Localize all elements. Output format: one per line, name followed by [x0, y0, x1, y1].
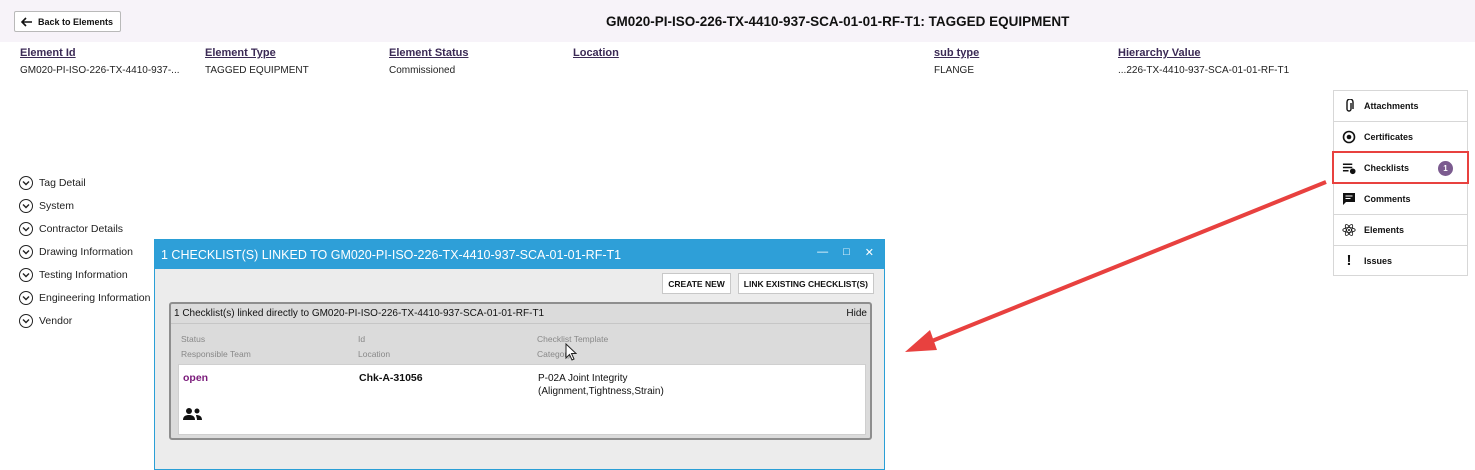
- header-location: Location: [358, 349, 391, 359]
- field-element-type: Element Type TAGGED EQUIPMENT: [205, 47, 309, 76]
- panel-header: 1 Checklist(s) linked directly to GM020-…: [171, 304, 870, 324]
- exclamation-icon: !: [1346, 252, 1352, 269]
- issues-label: Issues: [1364, 255, 1393, 266]
- issues-button[interactable]: ! Issues: [1333, 245, 1468, 276]
- close-icon[interactable]: ✕: [865, 246, 874, 259]
- header-responsible-team: Responsible Team: [181, 349, 251, 359]
- element-type-value: TAGGED EQUIPMENT: [205, 65, 309, 76]
- chevron-down-icon: [19, 221, 33, 236]
- section-label: Tag Detail: [39, 176, 86, 189]
- sub-type-value: FLANGE: [934, 65, 975, 76]
- back-label: Back to Elements: [38, 16, 114, 27]
- section-engineering-information[interactable]: Engineering Information: [19, 286, 151, 309]
- section-list: Tag Detail System Contractor Details Dra…: [19, 171, 151, 332]
- section-label: System: [39, 199, 75, 212]
- comments-label: Comments: [1364, 194, 1411, 204]
- chevron-down-icon: [19, 175, 33, 190]
- comment-icon: [1342, 192, 1356, 206]
- paperclip-icon: [1342, 99, 1356, 113]
- certificates-label: Certificates: [1364, 132, 1414, 142]
- certificates-button[interactable]: Certificates: [1333, 121, 1468, 152]
- field-hierarchy: Hierarchy Value ...226-TX-4410-937-SCA-0…: [1118, 47, 1289, 76]
- checklist-status: open: [183, 372, 209, 384]
- top-bar: Back to Elements GM020-PI-ISO-226-TX-441…: [0, 0, 1475, 42]
- dialog-title: 1 CHECKLIST(S) LINKED TO GM020-PI-ISO-22…: [161, 247, 622, 262]
- section-system[interactable]: System: [19, 194, 151, 217]
- arrow-left-icon: [21, 16, 32, 27]
- chevron-down-icon: [19, 244, 33, 259]
- section-label: Contractor Details: [39, 222, 124, 235]
- section-label: Testing Information: [39, 268, 128, 281]
- page-title: GM020-PI-ISO-226-TX-4410-937-SCA-01-01-R…: [606, 14, 1070, 29]
- attachments-button[interactable]: Attachments: [1333, 90, 1468, 121]
- section-label: Vendor: [39, 314, 73, 327]
- comments-button[interactable]: Comments: [1333, 183, 1468, 214]
- checklists-button[interactable]: Checklists 1: [1332, 151, 1469, 184]
- hide-link[interactable]: Hide: [846, 308, 867, 319]
- header-id: Id: [358, 334, 366, 344]
- maximize-icon[interactable]: □: [843, 246, 850, 259]
- checklists-count-badge: 1: [1438, 161, 1453, 176]
- chevron-down-icon: [19, 267, 33, 282]
- dialog-title-bar: 1 CHECKLIST(S) LINKED TO GM020-PI-ISO-22…: [155, 240, 884, 269]
- panel-title: 1 Checklist(s) linked directly to GM020-…: [174, 308, 545, 319]
- mouse-cursor-icon: [565, 343, 577, 361]
- hierarchy-value: ...226-TX-4410-937-SCA-01-01-RF-T1: [1118, 65, 1290, 76]
- section-drawing-information[interactable]: Drawing Information: [19, 240, 151, 263]
- element-status-value: Commissioned: [389, 65, 456, 76]
- attachments-label: Attachments: [1364, 101, 1419, 111]
- elements-button[interactable]: Elements: [1333, 214, 1468, 245]
- section-testing-information[interactable]: Testing Information: [19, 263, 151, 286]
- certificate-icon: [1342, 130, 1356, 144]
- field-element-status: Element Status Commissioned: [389, 47, 468, 76]
- header-status: Status: [181, 334, 206, 344]
- minimize-icon[interactable]: —: [817, 246, 828, 259]
- element-id-label: Element Id: [20, 47, 76, 59]
- section-tag-detail[interactable]: Tag Detail: [19, 171, 151, 194]
- chevron-down-icon: [19, 198, 33, 213]
- chevron-down-icon: [19, 313, 33, 328]
- dialog-toolbar: CREATE NEW LINK EXISTING CHECKLIST(S): [662, 273, 874, 294]
- field-sub-type: sub type FLANGE: [934, 47, 979, 76]
- side-panel: Attachments Certificates Checklists 1 Co…: [1332, 90, 1469, 276]
- field-element-id: Element Id GM020-PI-ISO-226-TX-4410-937-…: [20, 47, 180, 76]
- section-contractor-details[interactable]: Contractor Details: [19, 217, 151, 240]
- section-label: Drawing Information: [39, 245, 133, 258]
- checklist-icon: [1342, 161, 1356, 175]
- element-status-label: Element Status: [389, 47, 469, 59]
- location-label: Location: [573, 47, 619, 59]
- linked-checklists-panel: 1 Checklist(s) linked directly to GM020-…: [169, 302, 872, 440]
- checklist-dialog: 1 CHECKLIST(S) LINKED TO GM020-PI-ISO-22…: [154, 239, 885, 470]
- elements-label: Elements: [1364, 225, 1405, 235]
- atom-icon: [1342, 223, 1356, 237]
- checklists-label: Checklists: [1364, 163, 1410, 173]
- element-type-label: Element Type: [205, 47, 276, 59]
- create-new-button[interactable]: CREATE NEW: [662, 273, 731, 294]
- field-location: Location: [573, 47, 619, 65]
- back-to-elements-button[interactable]: Back to Elements: [14, 11, 122, 32]
- element-id-value: GM020-PI-ISO-226-TX-4410-937-...: [20, 65, 180, 76]
- checklist-template: P-02A Joint Integrity (Alignment,Tightne…: [538, 373, 664, 397]
- section-vendor[interactable]: Vendor: [19, 309, 151, 332]
- hierarchy-label: Hierarchy Value: [1118, 47, 1201, 59]
- checklist-row[interactable]: open Chk-A-31056 P-02A Joint Integrity (…: [178, 364, 866, 435]
- section-label: Engineering Information: [39, 291, 151, 304]
- sub-type-label: sub type: [934, 47, 980, 59]
- link-existing-checklist-button[interactable]: LINK EXISTING CHECKLIST(S): [737, 273, 874, 294]
- chevron-down-icon: [19, 290, 33, 305]
- checklist-id: Chk-A-31056: [359, 372, 423, 384]
- team-icon: [183, 407, 203, 424]
